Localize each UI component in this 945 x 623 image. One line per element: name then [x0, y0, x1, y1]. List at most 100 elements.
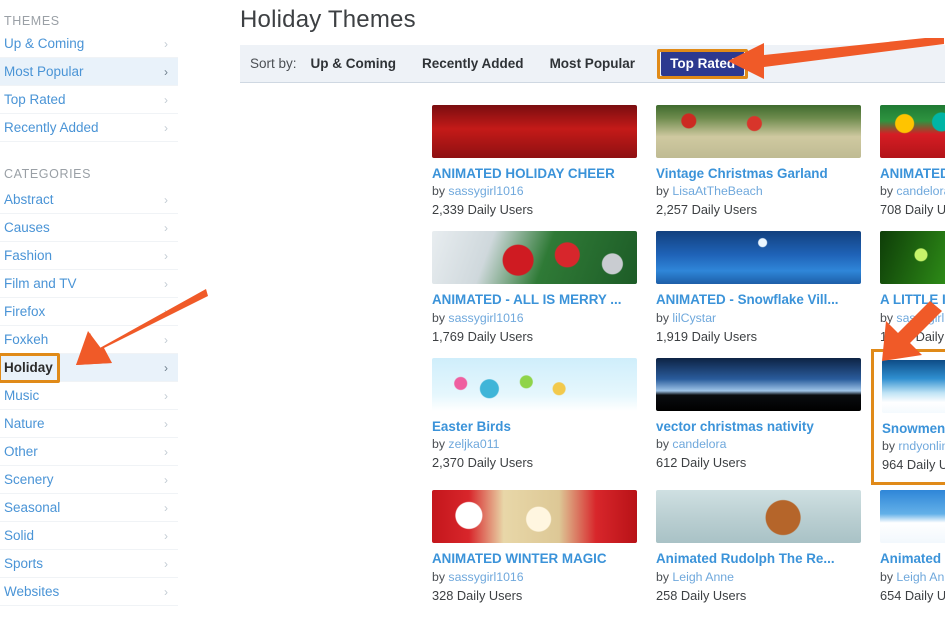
theme-card[interactable]: Animated Rudolph The Re... by Leigh Anne 2… [656, 490, 878, 608]
by-prefix: by [880, 310, 893, 325]
ornaments-thumb[interactable] [880, 105, 945, 158]
baubles-thumb[interactable] [432, 231, 637, 285]
sidebar-item-other[interactable]: Other › [0, 438, 178, 466]
themes-browse-page: THEMES Up & Coming › Most Popular › Top Rate… [0, 0, 945, 623]
sidebar-item-music[interactable]: Music › [0, 382, 178, 410]
theme-card-title[interactable]: ANIMATED - ALL IS MERRY ... [432, 292, 654, 307]
sidebar-item-most-popular[interactable]: Most Popular › [0, 58, 178, 86]
chevron-right-icon: › [164, 445, 168, 459]
sidebar-categories-list: Abstract › Causes › Fashion › Film and TV › Fire… [0, 186, 178, 606]
theme-card[interactable]: Easter Birds by zeljka011 2,370 Daily User… [432, 357, 654, 482]
theme-card-author-link[interactable]: candelora [896, 184, 945, 198]
theme-card-daily-users: 964 Daily Users [882, 457, 945, 473]
sidebar-item-recently-added[interactable]: Recently Added › [0, 114, 178, 142]
sidebar-item-label: Holiday [4, 360, 53, 375]
theme-card-title[interactable]: Snowmen in Winter [882, 421, 945, 436]
theme-card-title[interactable]: ANIMATED HOLIDAY CHEER [432, 166, 654, 181]
sidebar-item-websites[interactable]: Websites › [0, 578, 178, 606]
theme-card-daily-users: 708 Daily Users [880, 202, 945, 218]
theme-card-author-link[interactable]: sassygirl1016 [448, 570, 523, 584]
sidebar-item-sports[interactable]: Sports › [0, 550, 178, 578]
clover-thumb[interactable] [880, 231, 945, 285]
theme-card[interactable]: A LITTLE IRISH MAGIC by sassygirl1016 1,28… [880, 231, 945, 349]
theme-card-grid: ANIMATED HOLIDAY CHEER by sassygirl1016 2,… [432, 105, 945, 609]
sort-option-recently-added[interactable]: Recently Added [422, 56, 524, 71]
theme-card-author-link[interactable]: sassygirl1016 [448, 184, 523, 198]
chevron-right-icon: › [164, 37, 168, 51]
theme-card-author-link[interactable]: LisaAtTheBeach [672, 184, 762, 198]
by-prefix: by [432, 310, 445, 325]
sidebar-item-causes[interactable]: Causes › [0, 214, 178, 242]
sidebar-item-label: Seasonal [4, 500, 61, 515]
sidebar-item-top-rated[interactable]: Top Rated › [0, 86, 178, 114]
by-prefix: by [656, 310, 669, 325]
theme-card-title[interactable]: Animated Rudolph The Re... [656, 551, 878, 566]
theme-card[interactable]: Vintage Christmas Garland by LisaAtTheBea… [656, 105, 878, 223]
sort-option-most-popular[interactable]: Most Popular [550, 56, 636, 71]
theme-card-daily-users: 328 Daily Users [432, 587, 523, 603]
rudolph-thumb[interactable] [656, 490, 861, 544]
theme-card-author-link[interactable]: Leigh Anne [896, 570, 945, 584]
theme-card-author-line: by sassygirl1016 [432, 311, 654, 325]
theme-card-title[interactable]: ANIMATED WINTER MAGIC [432, 551, 654, 566]
sidebar-item-solid[interactable]: Solid › [0, 522, 178, 550]
theme-card-author-line: by LisaAtTheBeach [656, 184, 878, 198]
theme-card-author-link[interactable]: zeljka011 [448, 437, 499, 451]
theme-card-title[interactable]: Vintage Christmas Garland [656, 166, 878, 181]
theme-card-daily-users: 1,919 Daily Users [656, 328, 757, 344]
theme-card[interactable]: Animated Merry Christmas... by Leigh Anne… [880, 490, 945, 608]
sidebar-item-label: Film and TV [4, 276, 77, 291]
theme-card-author-link[interactable]: rndyonline [898, 439, 945, 453]
sidebar-item-label: Up & Coming [4, 36, 85, 51]
holiday-village-thumb[interactable] [432, 105, 637, 158]
sidebar-heading-categories: CATEGORIES [4, 167, 92, 181]
theme-card-title[interactable]: vector christmas nativity [656, 419, 878, 434]
sidebar-item-scenery[interactable]: Scenery › [0, 466, 178, 494]
sidebar-item-seasonal[interactable]: Seasonal › [0, 494, 178, 522]
theme-card[interactable]: ANIMATED - Snowflake Vill... by lilCystar… [656, 231, 878, 349]
theme-card[interactable]: ANIMATED White Christmas by candelora 708 … [880, 105, 945, 223]
theme-card-daily-users: 258 Daily Users [656, 587, 747, 603]
sidebar-item-up-coming[interactable]: Up & Coming › [0, 30, 178, 58]
snowmen-thumb[interactable] [882, 359, 945, 413]
sort-option-up-coming[interactable]: Up & Coming [311, 56, 397, 71]
sidebar-item-label: Causes [4, 220, 50, 235]
theme-card[interactable]: ANIMATED HOLIDAY CHEER by sassygirl1016 2,… [432, 105, 654, 223]
theme-card-title[interactable]: ANIMATED White Christmas [880, 166, 945, 181]
vintage-garland-thumb[interactable] [656, 105, 861, 158]
theme-card-daily-users: 2,339 Daily Users [432, 202, 533, 218]
theme-card-title[interactable]: A LITTLE IRISH MAGIC [880, 292, 945, 307]
theme-card[interactable]: vector christmas nativity by candelora 612… [656, 357, 878, 482]
nativity-thumb[interactable] [656, 357, 861, 411]
easter-birds-thumb[interactable] [432, 357, 637, 411]
winter-magic-thumb[interactable] [432, 490, 637, 544]
sidebar-item-abstract[interactable]: Abstract › [0, 186, 178, 214]
sort-option-top-rated[interactable]: Top Rated [661, 50, 745, 76]
sidebar-item-fashion[interactable]: Fashion › [0, 242, 178, 270]
theme-card-author-link[interactable]: lilCystar [672, 311, 716, 325]
theme-card-author-link[interactable]: sassygirl1016 [448, 311, 523, 325]
theme-card-daily-users: 2,257 Daily Users [656, 202, 757, 218]
theme-card-author-link[interactable]: candelora [672, 437, 726, 451]
theme-card-title[interactable]: Easter Birds [432, 419, 654, 434]
peanuts-thumb[interactable] [880, 490, 945, 544]
sidebar-item-film-and-tv[interactable]: Film and TV › [0, 270, 178, 298]
theme-card-author-link[interactable]: sassygirl1016 [896, 311, 945, 325]
theme-card[interactable]: Snowmen in Winter by rndyonline 964 Daily … [871, 348, 945, 486]
sidebar-item-label: Other [4, 444, 38, 459]
chevron-right-icon: › [164, 277, 168, 291]
chevron-right-icon: › [164, 193, 168, 207]
theme-card-daily-users: 612 Daily Users [656, 455, 747, 471]
sidebar-item-label: Websites [4, 584, 60, 599]
theme-card[interactable]: ANIMATED - ALL IS MERRY ... by sassygirl1… [432, 231, 654, 349]
sidebar-item-firefox[interactable]: Firefox › [0, 298, 178, 326]
theme-card-author-line: by rndyonline [882, 439, 945, 453]
snow-village-thumb[interactable] [656, 231, 861, 285]
theme-card-title[interactable]: ANIMATED - Snowflake Vill... [656, 292, 878, 307]
sidebar-item-nature[interactable]: Nature › [0, 410, 178, 438]
sidebar-item-holiday[interactable]: Holiday › [0, 353, 178, 383]
theme-card[interactable]: ANIMATED WINTER MAGIC by sassygirl1016 328… [432, 490, 654, 608]
sidebar-item-foxkeh[interactable]: Foxkeh › [0, 326, 178, 354]
theme-card-title[interactable]: Animated Merry Christmas... [880, 551, 945, 566]
theme-card-author-link[interactable]: Leigh Anne [672, 570, 734, 584]
